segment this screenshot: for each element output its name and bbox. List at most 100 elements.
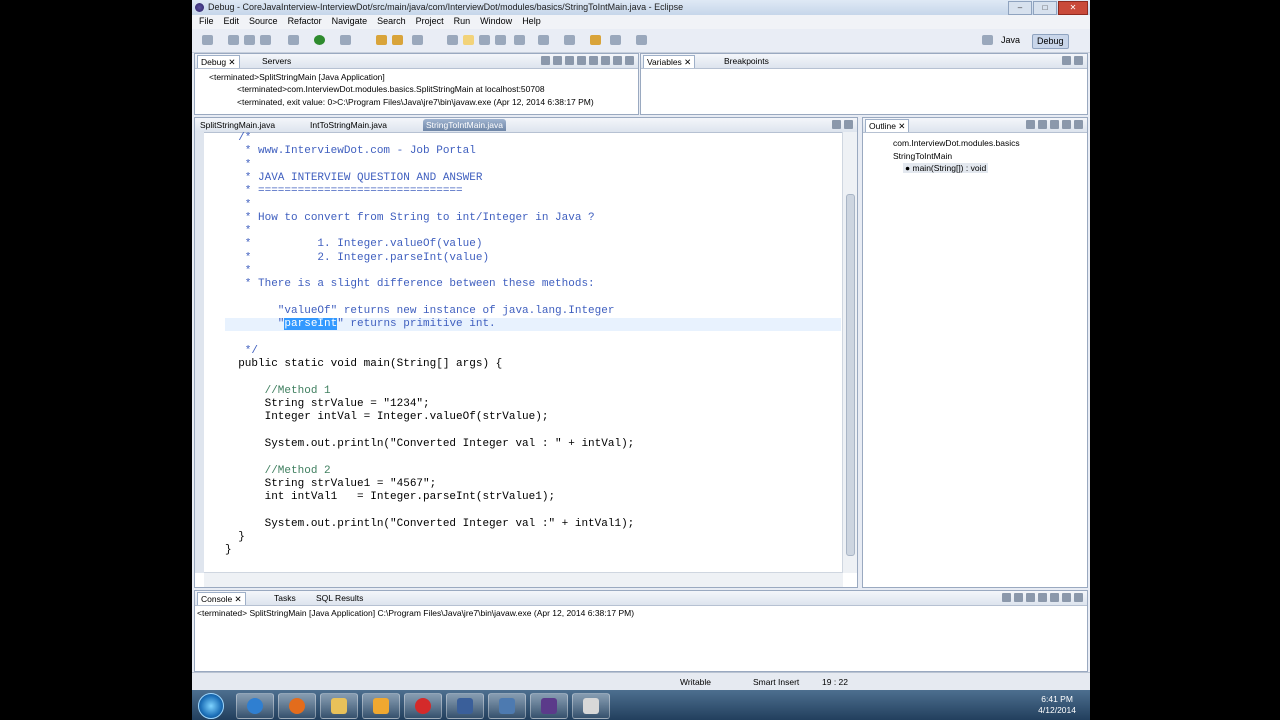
menu-navigate[interactable]: Navigate (327, 15, 373, 29)
clear-console-icon[interactable] (1026, 593, 1035, 602)
code-area[interactable]: /* * www.InterviewDot.com - Job Portal *… (225, 132, 841, 573)
code-line[interactable]: System.out.println("Converted Integer va… (225, 518, 635, 531)
save-icon[interactable] (228, 35, 239, 45)
code-line[interactable]: "parseInt" returns primitive int. (225, 318, 841, 332)
show-whitespace-icon[interactable] (495, 35, 506, 45)
print-icon[interactable] (260, 35, 271, 45)
desktop-app-button[interactable] (488, 693, 526, 719)
remove-launch-icon[interactable] (1014, 593, 1023, 602)
remove-launch-icon[interactable] (541, 56, 550, 65)
paragraph-icon[interactable] (514, 35, 525, 45)
maximize-button[interactable]: □ (1033, 1, 1057, 15)
tab-console[interactable]: Console ✕ (197, 592, 246, 605)
last-edit-icon[interactable] (590, 35, 601, 45)
code-line[interactable]: * (225, 199, 252, 212)
toggle-mark-icon[interactable] (447, 35, 458, 45)
open-perspective-icon[interactable] (982, 35, 993, 45)
step-return-icon[interactable] (613, 56, 622, 65)
maximize-editor-icon[interactable] (844, 120, 853, 129)
code-line[interactable]: * (225, 225, 252, 238)
view-menu-icon[interactable] (625, 56, 634, 65)
outline-package[interactable]: com.InterviewDot.modules.basics (893, 138, 1020, 148)
open-task-icon[interactable] (392, 35, 403, 45)
code-line[interactable]: public static void main(String[] args) { (225, 358, 502, 371)
menu-window[interactable]: Window (475, 15, 517, 29)
pin-console-icon[interactable] (1050, 593, 1059, 602)
back-icon[interactable] (610, 35, 621, 45)
open-type-icon[interactable] (376, 35, 387, 45)
step-over-icon[interactable] (601, 56, 610, 65)
menu-project[interactable]: Project (411, 15, 449, 29)
tab-servers[interactable]: Servers (259, 55, 294, 67)
code-line[interactable]: String strValue = "1234"; (225, 398, 430, 411)
display-console-icon[interactable] (1062, 593, 1071, 602)
code-line[interactable]: } (225, 544, 232, 557)
code-line[interactable]: * JAVA INTERVIEW QUESTION AND ANSWER (225, 172, 483, 185)
code-line[interactable]: "valueOf" returns new instance of java.l… (225, 305, 615, 318)
code-line[interactable]: /* (225, 132, 251, 145)
highlight-icon[interactable] (463, 35, 474, 45)
code-line[interactable]: } (225, 531, 245, 544)
process-row[interactable]: <terminated>com.InterviewDot.modules.bas… (237, 84, 545, 94)
step-into-icon[interactable] (589, 56, 598, 65)
code-line[interactable]: String strValue1 = "4567"; (225, 478, 437, 491)
code-line[interactable]: * There is a slight difference between t… (225, 278, 595, 291)
code-line[interactable]: * 1. Integer.valueOf(value) (225, 238, 483, 251)
editor-vscrollbar[interactable] (842, 132, 857, 573)
code-line[interactable]: //Method 2 (225, 465, 331, 478)
close-button[interactable]: ✕ (1058, 1, 1088, 15)
minimize-view-icon[interactable] (1062, 56, 1071, 65)
menu-run[interactable]: Run (449, 15, 476, 29)
firefox-button[interactable] (278, 693, 316, 719)
code-line[interactable]: * (225, 159, 252, 172)
code-line[interactable]: * (225, 265, 252, 278)
code-line[interactable]: * www.InterviewDot.com - Job Portal (225, 145, 476, 158)
scroll-lock-icon[interactable] (1038, 593, 1047, 602)
scroll-thumb[interactable] (846, 194, 855, 556)
forward-icon[interactable] (636, 35, 647, 45)
save-all-icon[interactable] (244, 35, 255, 45)
tab-sql-results[interactable]: SQL Results (313, 592, 366, 604)
block-selection-icon[interactable] (479, 35, 490, 45)
tab-debug[interactable]: Debug ✕ (197, 55, 240, 68)
tab-breakpoints[interactable]: Breakpoints (721, 55, 772, 67)
terminate-console-icon[interactable] (1002, 593, 1011, 602)
code-line[interactable]: //Method 1 (225, 385, 331, 398)
eclipse-taskbar-button[interactable] (530, 693, 568, 719)
run-icon[interactable] (314, 35, 325, 45)
tab-outline[interactable]: Outline ✕ (865, 119, 910, 132)
tab-inttostringmain[interactable]: IntToStringMain.java (307, 119, 390, 131)
search-icon[interactable] (412, 35, 423, 45)
suspend-icon[interactable] (565, 56, 574, 65)
new-icon[interactable] (202, 35, 213, 45)
outline-class[interactable]: StringToIntMain (893, 151, 952, 161)
hide-nonpublic-icon[interactable] (1050, 120, 1059, 129)
focus-icon[interactable] (1062, 120, 1071, 129)
notes-button[interactable] (572, 693, 610, 719)
terminate-icon[interactable] (577, 56, 586, 65)
tab-stringtointmain[interactable]: StringToIntMain.java (423, 119, 507, 131)
media-button[interactable] (362, 693, 400, 719)
tab-splitstringmain[interactable]: SplitStringMain.java (197, 119, 278, 131)
explorer-button[interactable] (320, 693, 358, 719)
ie-button[interactable] (236, 693, 274, 719)
code-line[interactable]: Integer intVal = Integer.valueOf(strValu… (225, 411, 549, 424)
debug-icon[interactable] (288, 35, 299, 45)
minimize-editor-icon[interactable] (832, 120, 841, 129)
prev-annotation-icon[interactable] (564, 35, 575, 45)
menu-source[interactable]: Source (244, 15, 283, 29)
perspective-java[interactable]: Java (997, 34, 1024, 47)
code-line[interactable]: int intVal1 = Integer.parseInt(strValue1… (225, 491, 555, 504)
resume-icon[interactable] (553, 56, 562, 65)
code-line[interactable]: * =============================== (225, 185, 463, 198)
menu-file[interactable]: File (194, 15, 219, 29)
perspective-debug[interactable]: Debug (1032, 34, 1069, 49)
external-tools-icon[interactable] (340, 35, 351, 45)
minimize-button[interactable]: – (1008, 1, 1032, 15)
code-line[interactable]: System.out.println("Converted Integer va… (225, 438, 635, 451)
hide-fields-icon[interactable] (1026, 120, 1035, 129)
menu-help[interactable]: Help (517, 15, 546, 29)
outline-method[interactable]: ● main(String[]) : void (903, 163, 989, 173)
maximize-view-icon[interactable] (1074, 56, 1083, 65)
code-line[interactable]: */ (225, 345, 258, 358)
